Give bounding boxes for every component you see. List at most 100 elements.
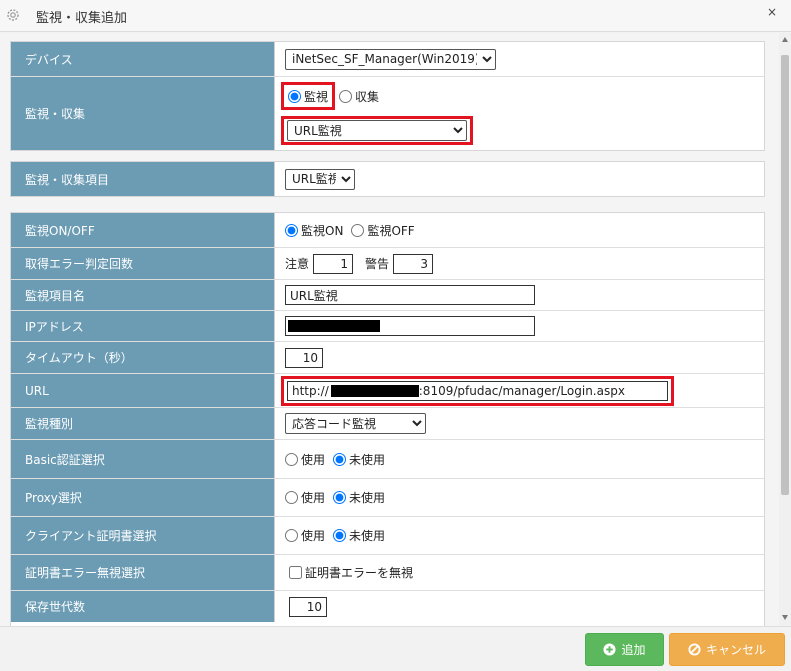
item-name-input[interactable] [285,285,535,305]
radio-monitor-off-input[interactable] [351,223,365,237]
ip-address-input[interactable] [285,316,535,336]
item-name-row: 監視項目名 [11,280,764,311]
timeout-row: タイムアウト（秒） [11,342,764,374]
error-count-row: 取得エラー判定回数 注意 警告 [11,248,764,280]
radio-monitor[interactable]: 監視 [288,88,328,105]
ip-address-row: IPアドレス [11,311,764,342]
basic-auth-use[interactable]: 使用 [285,451,325,468]
on-off-label: 監視ON/OFF [11,213,275,247]
proxy-use[interactable]: 使用 [285,489,325,506]
proxy-unused-input[interactable] [333,491,347,504]
client-cert-use[interactable]: 使用 [285,527,325,544]
proxy-use-label: 使用 [301,491,326,505]
url-highlight: http:// :8109/pfudac/manager/Login.aspx [281,375,674,406]
generations-label: 保存世代数 [11,591,275,622]
dialog-titlebar: 監視・収集追加 × [0,0,791,32]
basic-auth-use-input[interactable] [285,452,298,466]
url-suffix: :8109/pfudac/manager/Login.aspx [418,383,625,398]
monitor-type-select[interactable]: URL監視 [287,120,467,141]
vertical-scrollbar[interactable] [779,33,791,626]
caution-count-input[interactable] [313,253,354,274]
radio-collect-input[interactable] [339,89,353,103]
monitor-kind-select[interactable]: 応答コード監視 [285,413,426,434]
radio-collect-label: 収集 [355,89,380,104]
generations-row: 保存世代数 [11,591,764,622]
cert-error-row: 証明書エラー無視選択 証明書エラーを無視 [11,555,764,591]
client-cert-use-label: 使用 [301,529,326,543]
on-off-row: 監視ON/OFF 監視ON 監視OFF [11,213,764,248]
basic-auth-unused-label: 未使用 [349,452,386,467]
url-input[interactable]: http:// :8109/pfudac/manager/Login.aspx [287,380,668,401]
scroll-down-icon[interactable] [782,615,788,620]
device-label: デバイス [11,42,275,76]
monitor-kind-label: 監視種別 [11,408,275,439]
client-cert-unused-input[interactable] [333,529,347,542]
proxy-label: Proxy選択 [11,479,275,516]
radio-monitor-input[interactable] [288,89,301,103]
client-cert-label: クライアント証明書選択 [11,517,275,554]
add-button[interactable]: 追加 [585,633,664,666]
radio-monitor-off-label: 監視OFF [367,223,415,238]
monitor-collect-label: 監視・収集 [11,77,275,150]
gear-icon [7,9,19,21]
proxy-use-input[interactable] [285,491,298,504]
radio-monitor-on-label: 監視ON [301,223,344,238]
device-select[interactable]: iNetSec_SF_Manager(Win2019) [285,48,496,70]
device-row: デバイス iNetSec_SF_Manager(Win2019) [11,42,764,77]
client-cert-unused-label: 未使用 [349,529,386,543]
warning-label: 警告 [365,257,390,271]
url-label: URL [11,374,275,407]
warning-count-input[interactable] [393,253,434,274]
basic-auth-label: Basic認証選択 [11,440,275,478]
radio-monitor-on[interactable]: 監視ON [285,222,343,239]
cert-error-checkbox[interactable]: 証明書エラーを無視 [289,564,413,581]
dialog-title: 監視・収集追加 [36,11,128,26]
basic-auth-row: Basic認証選択 使用 未使用 [11,440,764,479]
cancel-button-label: キャンセル [705,643,766,657]
redacted-block [330,384,419,397]
url-row: URL http:// :8109/pfudac/manager/Login.a… [11,374,764,408]
cert-error-label: 証明書エラー無視選択 [11,555,275,590]
radio-monitor-off[interactable]: 監視OFF [351,222,415,239]
ip-address-label: IPアドレス [11,311,275,341]
proxy-unused[interactable]: 未使用 [333,489,385,506]
settings-panel: 監視ON/OFF 監視ON 監視OFF 取得エラー判定回数 注意 警告 [10,212,765,626]
proxy-row: Proxy選択 使用 未使用 [11,479,764,517]
monitor-highlight: 監視 [281,82,336,110]
basic-auth-use-label: 使用 [301,452,326,467]
client-cert-use-input[interactable] [285,529,298,542]
generations-input[interactable] [289,596,327,617]
plus-circle-icon [603,643,617,656]
basic-auth-unused[interactable]: 未使用 [333,451,385,468]
error-count-label: 取得エラー判定回数 [11,248,275,279]
monitor-item-panel: 監視・収集項目 URL監視 [10,161,765,197]
monitor-item-select[interactable]: URL監視 [285,168,355,190]
client-cert-row: クライアント証明書選択 使用 未使用 [11,517,764,555]
monitor-item-label: 監視・収集項目 [11,162,275,196]
radio-monitor-on-input[interactable] [285,223,298,237]
caution-label: 注意 [285,257,310,271]
dialog-content: デバイス iNetSec_SF_Manager(Win2019) 監視・収集 監… [0,33,779,626]
monitor-collect-row: 監視・収集 監視 収集 URL監視 [11,77,764,150]
device-panel: デバイス iNetSec_SF_Manager(Win2019) 監視・収集 監… [10,41,765,151]
basic-auth-unused-input[interactable] [333,452,347,466]
radio-collect[interactable]: 収集 [339,88,379,105]
timeout-label: タイムアウト（秒） [11,342,275,373]
client-cert-unused[interactable]: 未使用 [333,527,385,544]
dialog-footer: 追加 キャンセル [0,626,791,671]
cert-error-checkbox-label: 証明書エラーを無視 [305,566,414,580]
cancel-button[interactable]: キャンセル [669,633,785,666]
monitor-item-row: 監視・収集項目 URL監視 [11,162,764,196]
timeout-input[interactable] [285,347,323,368]
redacted-block [288,320,380,332]
type-highlight: URL監視 [281,116,473,145]
monitor-kind-row: 監視種別 応答コード監視 [11,408,764,440]
add-button-label: 追加 [621,643,646,657]
scroll-up-icon[interactable] [782,37,788,42]
close-icon[interactable]: × [767,5,777,19]
item-name-label: 監視項目名 [11,280,275,310]
scrollbar-thumb[interactable] [781,55,789,495]
radio-monitor-label: 監視 [304,89,329,104]
ban-icon [688,643,701,656]
cert-error-checkbox-input[interactable] [289,566,302,579]
